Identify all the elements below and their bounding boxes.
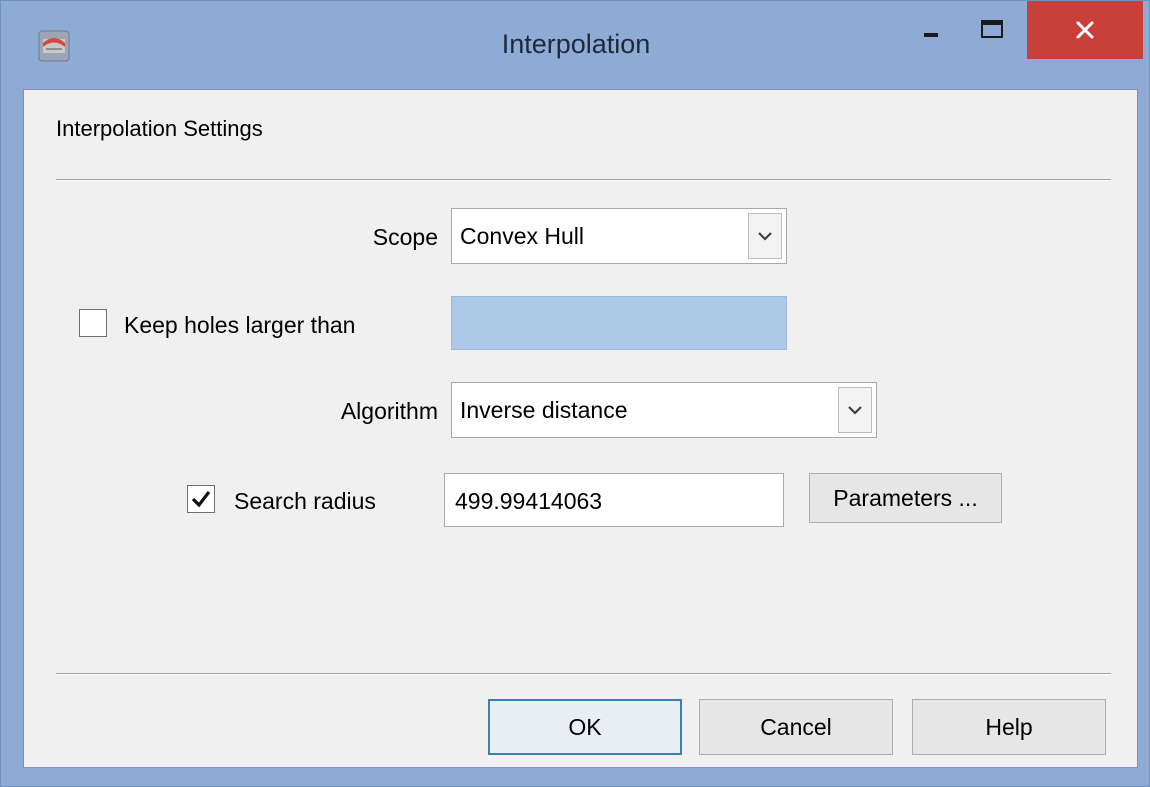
dialog-content: Interpolation Settings Scope Convex Hull… bbox=[23, 89, 1138, 768]
algorithm-select-value: Inverse distance bbox=[460, 397, 628, 423]
parameters-button-label: Parameters ... bbox=[833, 485, 978, 511]
minimize-icon bbox=[924, 33, 938, 37]
ok-button-label: OK bbox=[568, 714, 602, 740]
minimize-button[interactable] bbox=[901, 1, 961, 59]
cancel-button[interactable]: Cancel bbox=[699, 699, 893, 755]
search-radius-label: Search radius bbox=[234, 488, 376, 514]
parameters-button[interactable]: Parameters ... bbox=[809, 473, 1002, 523]
keep-holes-checkbox[interactable] bbox=[79, 309, 107, 337]
scope-select[interactable]: Convex Hull bbox=[451, 208, 787, 264]
chevron-down-icon[interactable] bbox=[748, 213, 782, 259]
search-radius-checkbox[interactable] bbox=[187, 485, 215, 513]
help-button[interactable]: Help bbox=[912, 699, 1106, 755]
close-button[interactable] bbox=[1027, 1, 1143, 59]
interpolation-dialog: Interpolation Interpolation Settings Sco… bbox=[0, 0, 1150, 787]
scope-label: Scope bbox=[372, 224, 438, 250]
chevron-down-icon[interactable] bbox=[838, 387, 872, 433]
maximize-button[interactable] bbox=[961, 1, 1023, 59]
keep-holes-label: Keep holes larger than bbox=[124, 312, 356, 338]
search-radius-value: 499.99414063 bbox=[455, 488, 603, 514]
ok-button[interactable]: OK bbox=[488, 699, 682, 755]
algorithm-label: Algorithm bbox=[340, 398, 438, 424]
bottom-separator bbox=[56, 673, 1111, 675]
algorithm-select[interactable]: Inverse distance bbox=[451, 382, 877, 438]
close-icon bbox=[1076, 21, 1094, 39]
title-bar[interactable]: Interpolation bbox=[1, 1, 1150, 89]
help-button-label: Help bbox=[985, 714, 1033, 740]
search-radius-input[interactable]: 499.99414063 bbox=[444, 473, 784, 527]
top-separator bbox=[56, 179, 1111, 181]
cancel-button-label: Cancel bbox=[760, 714, 832, 740]
maximize-icon bbox=[981, 20, 1003, 38]
keep-holes-size-field bbox=[451, 296, 787, 350]
scope-select-value: Convex Hull bbox=[460, 223, 584, 249]
section-title: Interpolation Settings bbox=[56, 116, 263, 141]
checkmark-icon bbox=[191, 491, 211, 508]
